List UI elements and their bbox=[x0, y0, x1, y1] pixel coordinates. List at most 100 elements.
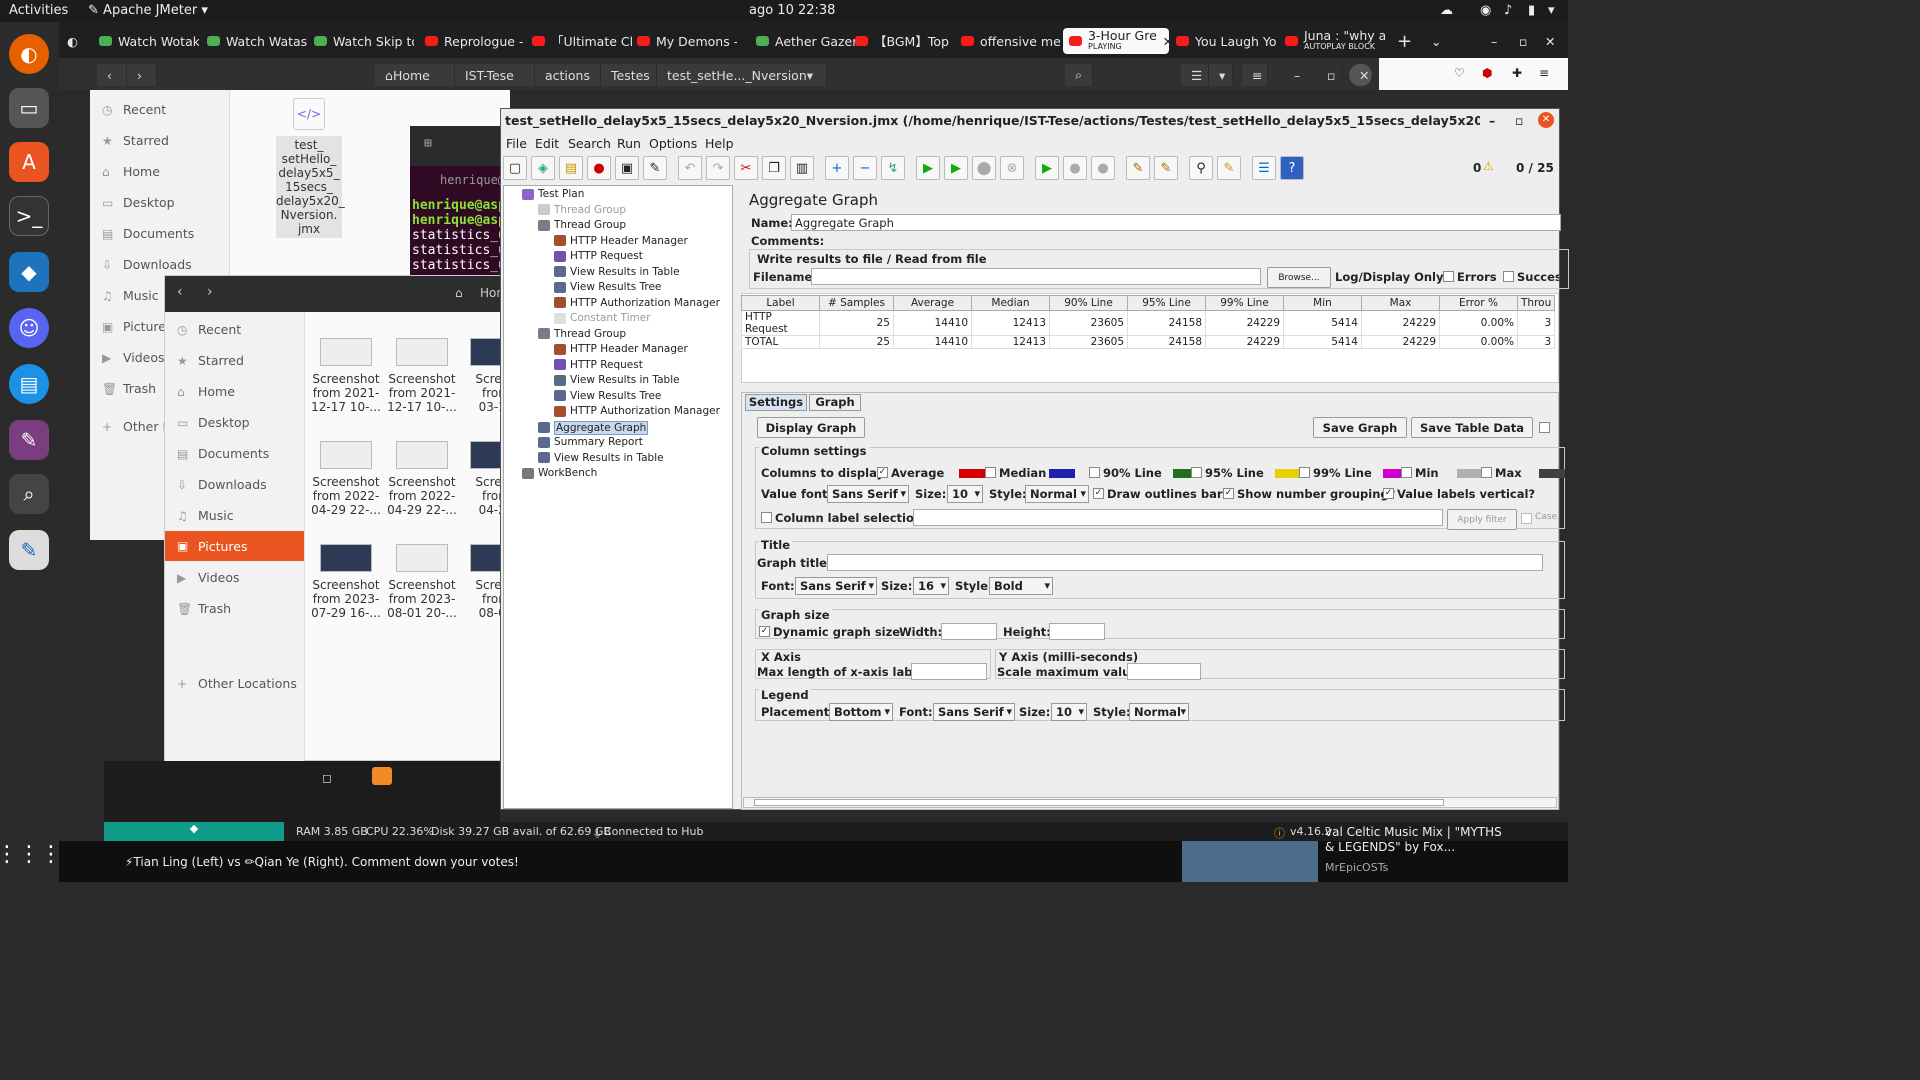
tree-node[interactable]: HTTP Header Manager bbox=[554, 343, 688, 355]
browser-tab[interactable]: Juna : "why a AUTOPLAY BLOCK bbox=[1285, 28, 1385, 54]
value-size-select[interactable]: 10 bbox=[947, 485, 983, 503]
discord-icon[interactable]: ☺ bbox=[9, 308, 49, 348]
hamburger-menu-icon[interactable]: ≡ bbox=[1539, 66, 1549, 80]
tree-node[interactable]: HTTP Authorization Manager bbox=[554, 297, 720, 309]
package-icon[interactable] bbox=[372, 767, 392, 785]
files-icon[interactable]: ▭ bbox=[9, 88, 49, 128]
tree-node[interactable]: HTTP Request bbox=[554, 359, 643, 371]
start-icon[interactable]: ▶ bbox=[916, 156, 940, 180]
activities-button[interactable]: Activities bbox=[9, 3, 68, 18]
whale-icon[interactable]: ◆ bbox=[104, 822, 284, 841]
stop-icon[interactable]: ⬤ bbox=[972, 156, 996, 180]
undo-icon[interactable]: ↶ bbox=[678, 156, 702, 180]
sidebar-item-home[interactable]: ⌂ Home bbox=[102, 164, 160, 179]
legend-style-select[interactable]: Normal bbox=[1129, 703, 1189, 721]
sidebar-item-desktop[interactable]: ▭ Desktop bbox=[102, 195, 175, 210]
sidebar-item-home[interactable]: ⌂ Home bbox=[177, 384, 235, 399]
column-label-selection-checkbox[interactable] bbox=[761, 512, 772, 523]
tree-node[interactable]: HTTP Header Manager bbox=[554, 235, 688, 247]
terminal-window[interactable]: ⊞ henrique@ henrique@asp henrique@asp st… bbox=[410, 126, 510, 276]
column-header[interactable]: Error % bbox=[1439, 295, 1518, 311]
file-thumbnail[interactable]: Screenshot from 2022- 04-29 22-... bbox=[387, 441, 457, 517]
column-6-checkbox[interactable] bbox=[1481, 467, 1492, 478]
tree-node[interactable]: Constant Timer bbox=[554, 312, 651, 324]
close-icon[interactable]: ✕ bbox=[1545, 28, 1555, 54]
menu-help[interactable]: Help bbox=[705, 136, 734, 151]
jmeter-icon[interactable]: ✎ bbox=[9, 420, 49, 460]
column-3-checkbox[interactable] bbox=[1191, 467, 1202, 478]
table-row[interactable]: HTTP Request 25 14410 12413 23605 24158 24229 5… bbox=[741, 310, 1556, 336]
menu-options[interactable]: Options bbox=[649, 136, 697, 151]
color-swatch[interactable] bbox=[1275, 469, 1301, 478]
forward-icon[interactable]: › bbox=[207, 284, 213, 300]
browse-button[interactable]: Browse... bbox=[1267, 267, 1331, 288]
expand-icon[interactable]: + bbox=[825, 156, 849, 180]
menu-search[interactable]: Search bbox=[568, 136, 611, 151]
title-font-select[interactable]: Sans Serif bbox=[795, 577, 877, 595]
video-thumbnail[interactable] bbox=[1182, 841, 1318, 882]
browser-tab[interactable]: Reprologue - bbox=[425, 28, 525, 54]
column-5-checkbox[interactable] bbox=[1401, 467, 1412, 478]
value-font-select[interactable]: Sans Serif bbox=[827, 485, 909, 503]
shutdown-icon[interactable]: ⊗ bbox=[1000, 156, 1024, 180]
new-tab-icon[interactable]: ⊞ bbox=[424, 136, 432, 151]
graph-title-field[interactable] bbox=[827, 554, 1543, 571]
placement-select[interactable]: Bottom bbox=[829, 703, 893, 721]
tree-node[interactable]: Test Plan bbox=[522, 188, 584, 200]
successes-checkbox[interactable] bbox=[1503, 271, 1514, 282]
menu-run[interactable]: Run bbox=[617, 136, 641, 151]
name-field[interactable]: Aggregate Graph bbox=[791, 214, 1561, 231]
tree-node[interactable]: Thread Group bbox=[538, 328, 626, 340]
title-size-select[interactable]: 16 bbox=[913, 577, 949, 595]
tree-node[interactable]: Aggregate Graph bbox=[538, 420, 649, 435]
breadcrumb-4[interactable]: test_setHe..._Nversion ▾ bbox=[657, 64, 827, 86]
labels-vertical-checkbox[interactable]: ✓ bbox=[1383, 488, 1394, 499]
save-icon[interactable]: ▣ bbox=[615, 156, 639, 180]
remote-shutdown-icon[interactable]: ● bbox=[1091, 156, 1115, 180]
file-thumbnail[interactable]: Screenshot from 2023- 08-01 20-... bbox=[387, 544, 457, 620]
color-swatch[interactable] bbox=[1049, 469, 1075, 478]
save-graph-button[interactable]: Save Graph bbox=[1313, 417, 1407, 438]
column-4-checkbox[interactable] bbox=[1299, 467, 1310, 478]
search-app-icon[interactable]: ⌕ bbox=[9, 474, 49, 514]
file-label[interactable]: test_ setHello_ delay5x5_ 15secs_ delay5… bbox=[276, 136, 345, 238]
tree-node[interactable]: View Results in Table bbox=[538, 452, 664, 464]
sidebar-item-videos[interactable]: ▶ Videos bbox=[177, 570, 240, 585]
scrollbar-thumb[interactable] bbox=[754, 799, 1444, 806]
reset-search-icon[interactable]: ✎ bbox=[1217, 156, 1241, 180]
browser-tab[interactable]: Watch Wotak bbox=[99, 28, 199, 54]
horizontal-scrollbar[interactable] bbox=[743, 797, 1557, 808]
sidebar-item-downloads[interactable]: ⇩ Downloads bbox=[177, 477, 267, 492]
value-style-select[interactable]: Normal bbox=[1025, 485, 1089, 503]
tree-node[interactable]: View Results Tree bbox=[554, 390, 661, 402]
close-file-icon[interactable]: ● bbox=[587, 156, 611, 180]
column-header[interactable]: 99% Line bbox=[1205, 295, 1284, 311]
aggregate-table[interactable]: Label # Samples Average Median 90% Line 95% L… bbox=[741, 295, 1556, 349]
firefox-icon[interactable]: ◐ bbox=[9, 34, 49, 74]
column-label-field[interactable] bbox=[913, 509, 1443, 526]
file-thumbnail[interactable]: Screenshot from 2021- 12-17 10-... bbox=[387, 338, 457, 414]
warning-icon[interactable]: ⚠ bbox=[1483, 159, 1494, 173]
minimize-icon[interactable]: – bbox=[1491, 28, 1497, 54]
dynamic-size-checkbox[interactable]: ✓ bbox=[759, 626, 770, 637]
volume-icon[interactable]: ♪ bbox=[1504, 3, 1512, 18]
scale-max-field[interactable] bbox=[1127, 663, 1201, 680]
show-apps-icon[interactable]: ⋮⋮⋮ bbox=[0, 834, 62, 874]
copy-icon[interactable]: ❐ bbox=[762, 156, 786, 180]
color-swatch[interactable] bbox=[1539, 469, 1565, 478]
max-length-field[interactable] bbox=[911, 663, 987, 680]
column-header[interactable]: Label bbox=[741, 295, 820, 311]
sidebar-item-trash[interactable]: 🗑 Trash bbox=[102, 381, 156, 396]
clear-all-icon[interactable]: ✎ bbox=[1154, 156, 1178, 180]
browser-tab[interactable]: Watch Watas bbox=[207, 28, 307, 54]
file-thumbnail[interactable]: Screenshot from 2023- 07-29 16-... bbox=[311, 544, 381, 620]
sidebar-item-other[interactable]: + Other L bbox=[102, 419, 169, 434]
tree-node[interactable]: View Results in Table bbox=[554, 374, 680, 386]
test-plan-tree[interactable]: Test Plan Thread Group Thread Group HTTP He… bbox=[503, 185, 733, 809]
legend-size-select[interactable]: 10 bbox=[1051, 703, 1087, 721]
tree-node[interactable]: View Results Tree bbox=[554, 281, 661, 293]
sidebar-item-documents[interactable]: ▤ Documents bbox=[177, 446, 269, 461]
filename-field[interactable] bbox=[811, 268, 1261, 285]
breadcrumb-1[interactable]: IST-Tese bbox=[455, 64, 535, 86]
maximize-icon[interactable]: ▫ bbox=[1317, 64, 1343, 86]
